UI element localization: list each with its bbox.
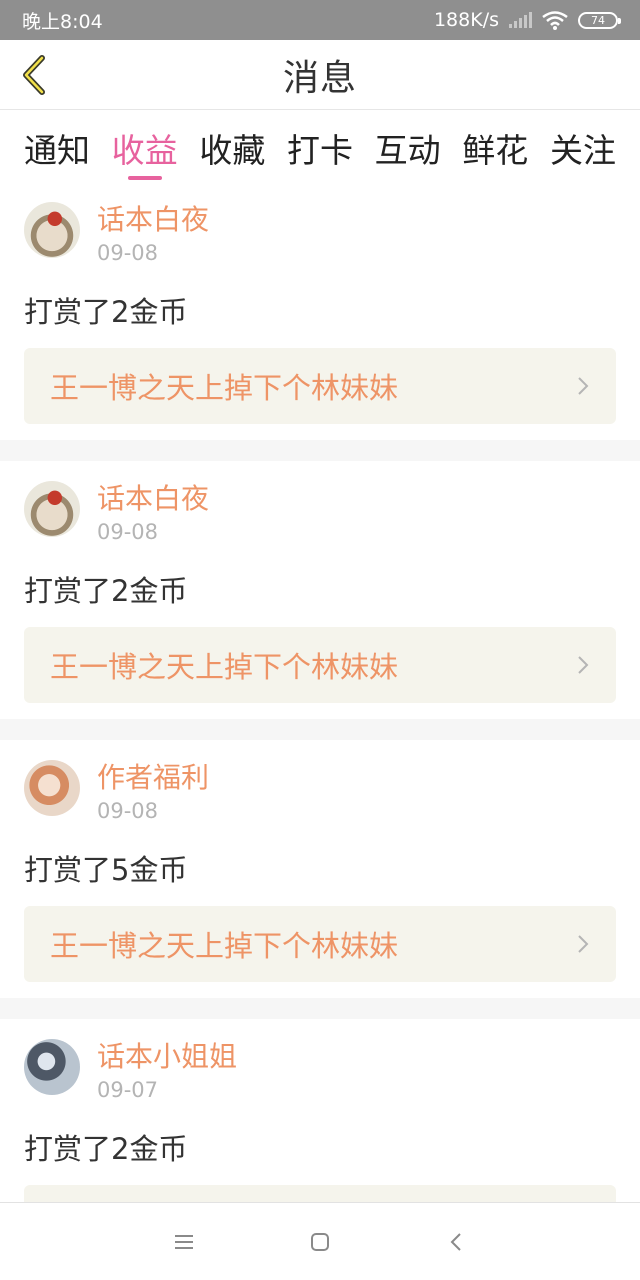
message-date: 09-08 bbox=[97, 520, 159, 544]
avatar[interactable] bbox=[24, 1039, 80, 1095]
message-text: 打赏了2金币 bbox=[24, 295, 188, 329]
back-icon bbox=[450, 1232, 461, 1251]
message-user: 话本白夜 09-08 bbox=[24, 182, 616, 274]
message-card: 话本白夜 09-08 打赏了2金币 王一博之天上掉下个林妹妹 bbox=[0, 461, 640, 719]
user-meta: 话本白夜 09-08 bbox=[97, 200, 209, 274]
tab-interactions[interactable]: 互动 bbox=[375, 110, 441, 182]
message-user: 话本小姐姐 09-07 bbox=[24, 1019, 616, 1111]
tab-bar: 通知 收益 收藏 打卡 互动 鲜花 关注 bbox=[0, 110, 640, 182]
status-time: 晚上8:04 bbox=[22, 10, 103, 33]
tab-checkin[interactable]: 打卡 bbox=[287, 110, 353, 182]
message-card: 作者福利 09-08 打赏了5金币 王一博之天上掉下个林妹妹 bbox=[0, 740, 640, 998]
book-title: 王一博之天上掉下个林妹妹 bbox=[50, 650, 399, 684]
book-link[interactable] bbox=[24, 1185, 616, 1202]
message-date: 09-08 bbox=[97, 241, 159, 265]
battery-level: 74 bbox=[591, 13, 605, 27]
status-bar: 晚上8:04 188K/s 74 bbox=[0, 0, 640, 40]
signal-icon bbox=[509, 12, 532, 28]
book-title: 王一博之天上掉下个林妹妹 bbox=[50, 929, 399, 963]
avatar[interactable] bbox=[24, 481, 80, 537]
page-title: 消息 bbox=[282, 57, 357, 99]
book-link[interactable]: 王一博之天上掉下个林妹妹 bbox=[24, 627, 616, 703]
chevron-right-icon bbox=[578, 935, 589, 953]
system-nav-bar bbox=[0, 1202, 640, 1280]
message-date: 09-07 bbox=[97, 1078, 159, 1102]
tab-earnings[interactable]: 收益 bbox=[112, 110, 178, 182]
book-link[interactable]: 王一博之天上掉下个林妹妹 bbox=[24, 348, 616, 424]
username[interactable]: 话本白夜 bbox=[97, 202, 209, 238]
user-meta: 作者福利 09-08 bbox=[97, 758, 209, 832]
avatar[interactable] bbox=[24, 202, 80, 258]
message-text: 打赏了2金币 bbox=[24, 574, 188, 608]
user-meta: 话本白夜 09-08 bbox=[97, 479, 209, 553]
tab-flowers[interactable]: 鲜花 bbox=[462, 110, 528, 182]
chevron-right-icon bbox=[578, 377, 589, 395]
status-indicators: 188K/s 74 bbox=[433, 9, 621, 31]
message-text: 打赏了2金币 bbox=[24, 1132, 188, 1166]
chevron-right-icon bbox=[578, 656, 589, 674]
message-text: 打赏了5金币 bbox=[24, 853, 188, 887]
chevron-left-icon bbox=[23, 55, 45, 95]
username[interactable]: 作者福利 bbox=[97, 760, 209, 796]
book-title: 王一博之天上掉下个林妹妹 bbox=[50, 371, 399, 405]
message-date: 09-08 bbox=[97, 799, 159, 823]
tab-favorites[interactable]: 收藏 bbox=[199, 110, 265, 182]
header: 消息 bbox=[0, 40, 640, 110]
wifi-icon bbox=[542, 11, 568, 30]
system-back-button[interactable] bbox=[443, 1229, 469, 1255]
book-link[interactable]: 王一博之天上掉下个林妹妹 bbox=[24, 906, 616, 982]
network-speed: 188K/s bbox=[433, 9, 499, 31]
user-meta: 话本小姐姐 09-07 bbox=[97, 1037, 237, 1111]
home-button[interactable] bbox=[307, 1229, 333, 1255]
tab-following[interactable]: 关注 bbox=[550, 110, 616, 182]
menu-button[interactable] bbox=[171, 1229, 197, 1255]
message-user: 话本白夜 09-08 bbox=[24, 461, 616, 553]
avatar[interactable] bbox=[24, 760, 80, 816]
username[interactable]: 话本小姐姐 bbox=[97, 1039, 237, 1075]
message-card: 话本白夜 09-08 打赏了2金币 王一博之天上掉下个林妹妹 bbox=[0, 182, 640, 440]
menu-icon bbox=[175, 1234, 193, 1249]
message-list: 话本白夜 09-08 打赏了2金币 王一博之天上掉下个林妹妹 话本白夜 09-0… bbox=[0, 182, 640, 1202]
message-card: 话本小姐姐 09-07 打赏了2金币 bbox=[0, 1019, 640, 1202]
username[interactable]: 话本白夜 bbox=[97, 481, 209, 517]
tab-notifications[interactable]: 通知 bbox=[24, 110, 90, 182]
battery-icon: 74 bbox=[578, 11, 621, 29]
back-button[interactable] bbox=[14, 53, 54, 97]
home-icon bbox=[311, 1232, 329, 1251]
message-user: 作者福利 09-08 bbox=[24, 740, 616, 832]
